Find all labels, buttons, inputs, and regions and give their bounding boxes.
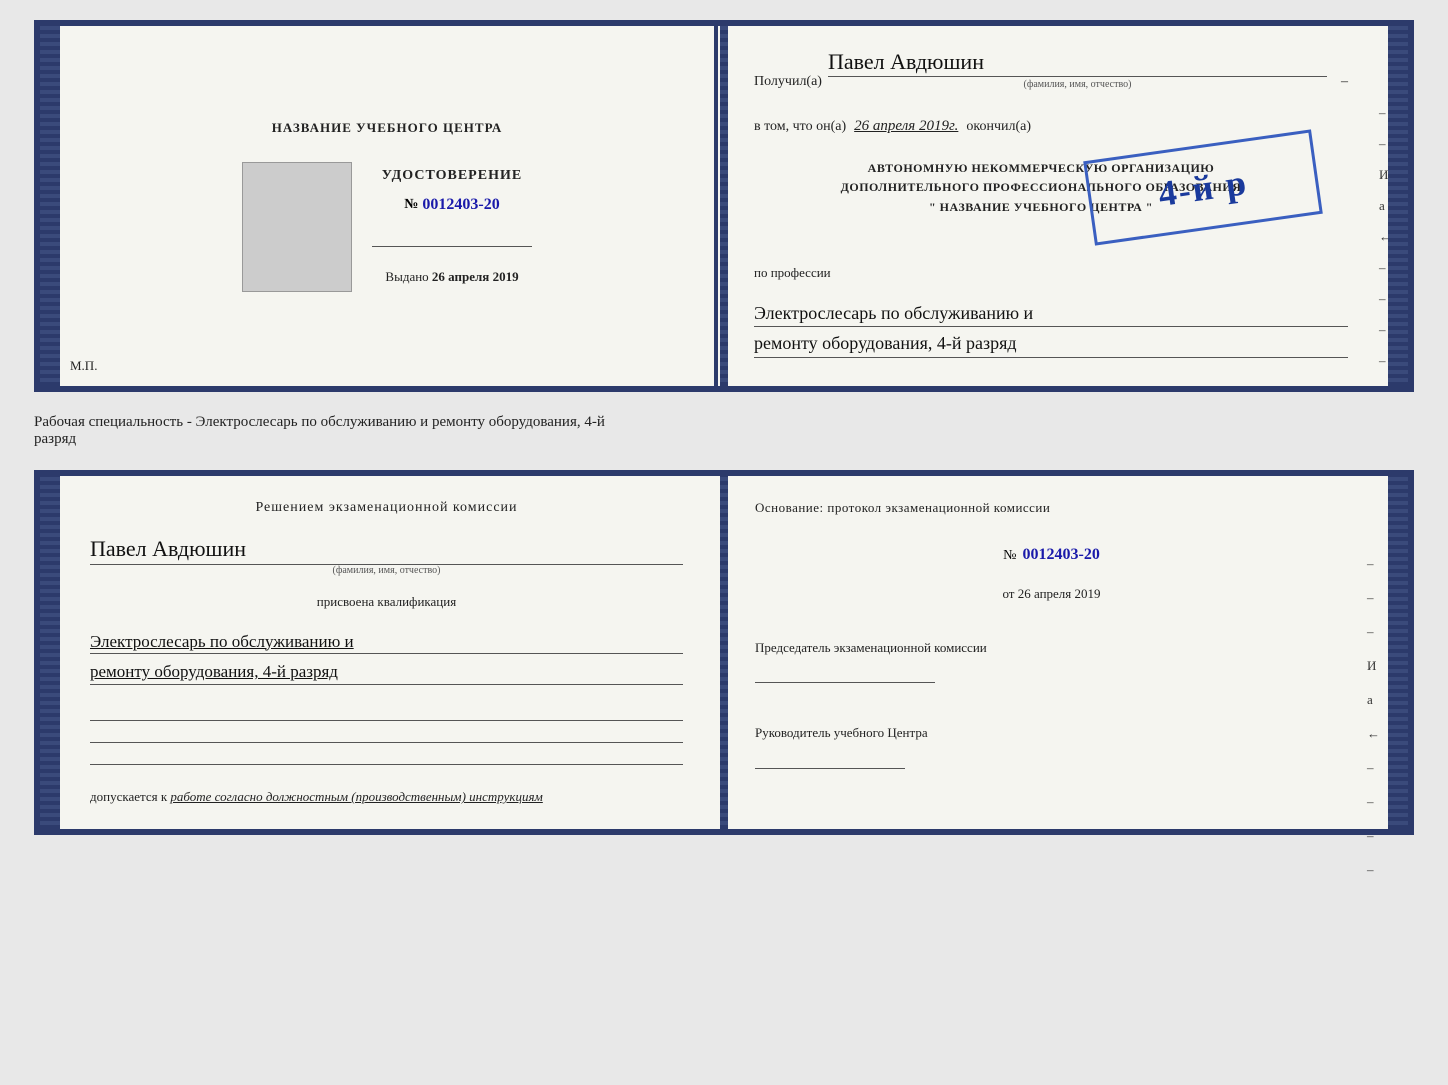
profession-line-2: ремонту оборудования, 4-й разряд — [754, 331, 1348, 357]
poluchil-label: Получил(а) — [754, 74, 822, 90]
person-name-bottom: Павел Авдюшин — [90, 536, 683, 565]
qualification-line-2: ремонту оборудования, 4-й разряд — [90, 660, 683, 685]
org-line-2: ДОПОЛНИТЕЛЬНОГО ПРОФЕССИОНАЛЬНОГО ОБРАЗО… — [754, 178, 1328, 197]
top-right-page: Получил(а) Павел Авдюшин (фамилия, имя, … — [718, 26, 1408, 386]
director-signature-line — [755, 753, 905, 769]
stamp-area: 4-й р АВТОНОМНУЮ НЕКОММЕРЧЕСКУЮ ОРГАНИЗА… — [754, 155, 1348, 245]
protocol-date-block: от 26 апреля 2019 — [755, 586, 1348, 602]
chairman-block: Председатель экзаменационной комиссии — [755, 638, 1348, 684]
profession-line-1: Электрослесарь по обслуживанию и — [754, 301, 1348, 327]
decision-title: Решением экзаменационной комиссии — [90, 500, 683, 516]
date-prefix: от — [1002, 586, 1014, 601]
sig-line-1 — [90, 705, 683, 721]
bottom-section: Решением экзаменационной комиссии Павел … — [34, 470, 1414, 836]
okonchil-label: окончил(а) — [966, 119, 1031, 135]
fio-subtitle: (фамилия, имя, отчество) — [828, 79, 1327, 90]
dopuskaetsya-prefix: допускается к — [90, 789, 167, 804]
sig-line-3 — [90, 749, 683, 765]
fio-subtitle-bottom: (фамилия, имя, отчество) — [90, 565, 683, 576]
person-block: Павел Авдюшин (фамилия, имя, отчество) — [90, 532, 683, 576]
bottom-right-spine — [1388, 476, 1408, 830]
top-booklet: НАЗВАНИЕ УЧЕБНОГО ЦЕНТРА УДОСТОВЕРЕНИЕ №… — [34, 20, 1414, 392]
sig-line-2 — [90, 727, 683, 743]
prisvoena-label: присвоена квалификация — [90, 594, 683, 610]
issue-line: Выдано 26 апреля 2019 — [385, 269, 518, 285]
bottom-right-side-chars: – – – И а ← – – – – — [1367, 556, 1380, 878]
udostoverenie-label: УДОСТОВЕРЕНИЕ — [382, 168, 522, 184]
vtom-prefix: в том, что он(а) — [754, 119, 846, 135]
number-prefix: № — [404, 197, 418, 213]
protocol-date: 26 апреля 2019 — [1018, 586, 1101, 601]
top-left-page: НАЗВАНИЕ УЧЕБНОГО ЦЕНТРА УДОСТОВЕРЕНИЕ №… — [40, 26, 718, 386]
middle-text-line1: Рабочая специальность - Электрослесарь п… — [34, 414, 1414, 431]
bottom-booklet: Решением экзаменационной комиссии Павел … — [34, 470, 1414, 836]
middle-text-line2: разряд — [34, 431, 1414, 448]
signature-lines — [90, 705, 683, 765]
org-line-1: АВТОНОМНУЮ НЕКОММЕРЧЕСКУЮ ОРГАНИЗАЦИЮ — [754, 159, 1328, 178]
vtom-line: в том, что он(а) 26 апреля 2019г. окончи… — [754, 118, 1348, 135]
osnovaniye-text: Основание: протокол экзаменационной коми… — [755, 500, 1348, 516]
chairman-signature-line — [755, 667, 935, 683]
school-name-title: НАЗВАНИЕ УЧЕБНОГО ЦЕНТРА — [272, 120, 503, 136]
mp-label: М.П. — [70, 358, 97, 374]
right-spine-decoration — [1388, 26, 1408, 386]
chairman-title: Председатель экзаменационной комиссии — [755, 638, 1348, 658]
org-line-3: " НАЗВАНИЕ УЧЕБНОГО ЦЕНТРА " — [754, 198, 1328, 217]
protocol-number-prefix: № — [1003, 548, 1016, 564]
po-professii-text: по профессии — [754, 265, 831, 280]
dash-after-name: – — [1341, 74, 1348, 90]
director-block: Руководитель учебного Центра — [755, 723, 1348, 769]
bottom-left-page: Решением экзаменационной комиссии Павел … — [40, 476, 719, 830]
udostoverenie-number: 0012403-20 — [422, 196, 499, 214]
org-lines: АВТОНОМНУЮ НЕКОММЕРЧЕСКУЮ ОРГАНИЗАЦИЮ ДО… — [754, 155, 1348, 217]
photo-placeholder — [242, 162, 352, 292]
bottom-right-page: Основание: протокол экзаменационной коми… — [719, 476, 1408, 830]
profession-block: Электрослесарь по обслуживанию и ремонту… — [754, 297, 1348, 357]
issue-date: 26 апреля 2019 — [432, 269, 519, 284]
issue-label: Выдано — [385, 269, 428, 284]
recipient-name: Павел Авдюшин — [828, 50, 1327, 77]
po-professii-label: по профессии — [754, 265, 1348, 281]
dopuskaetsya-text: работе согласно должностным (производств… — [170, 789, 542, 804]
qualification-line-1: Электрослесарь по обслуживанию и — [90, 630, 683, 655]
director-title: Руководитель учебного Центра — [755, 723, 1348, 743]
middle-text-block: Рабочая специальность - Электрослесарь п… — [34, 408, 1414, 454]
protocol-number-block: № 0012403-20 — [755, 542, 1348, 564]
recipient-line: Получил(а) Павел Авдюшин (фамилия, имя, … — [754, 50, 1348, 90]
qualification-block: Электрослесарь по обслуживанию и ремонту… — [90, 624, 683, 686]
protocol-number: 0012403-20 — [1023, 546, 1100, 564]
vtom-date: 26 апреля 2019г. — [854, 118, 958, 135]
dopuskaetsya-block: допускается к работе согласно должностны… — [90, 789, 683, 805]
